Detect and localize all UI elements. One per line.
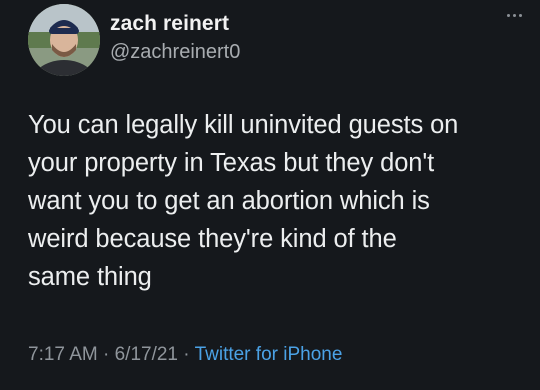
tweet-source-link[interactable]: Twitter for iPhone (195, 344, 343, 365)
meta-separator: · (97, 344, 115, 365)
tweet-line: same thing (28, 263, 152, 291)
more-options-icon[interactable] (507, 14, 522, 17)
tweet-line: your property in Texas but they don't (28, 149, 435, 177)
tweet-line: want you to get an abortion which is (28, 187, 430, 215)
user-handle[interactable]: @zachreinert0 (110, 40, 240, 64)
avatar-photo (28, 4, 100, 76)
dot (519, 14, 522, 17)
tweet-meta: 7:17 AM · 6/17/21 · Twitter for iPhone (28, 343, 342, 367)
meta-separator: · (178, 344, 195, 365)
tweet-text: You can legally kill uninvited guests on… (28, 106, 528, 296)
tweet-card: zach reinert @zachreinert0 You can legal… (0, 0, 540, 390)
tweet-date[interactable]: 6/17/21 (115, 344, 178, 365)
avatar[interactable] (28, 4, 100, 76)
tweet-time[interactable]: 7:17 AM (28, 344, 98, 365)
dot (507, 14, 510, 17)
dot (513, 14, 516, 17)
tweet-line: You can legally kill uninvited guests on (28, 111, 459, 139)
author-block: zach reinert @zachreinert0 (110, 12, 240, 64)
tweet-line: weird because they're kind of the (28, 225, 397, 253)
display-name[interactable]: zach reinert (110, 12, 240, 36)
